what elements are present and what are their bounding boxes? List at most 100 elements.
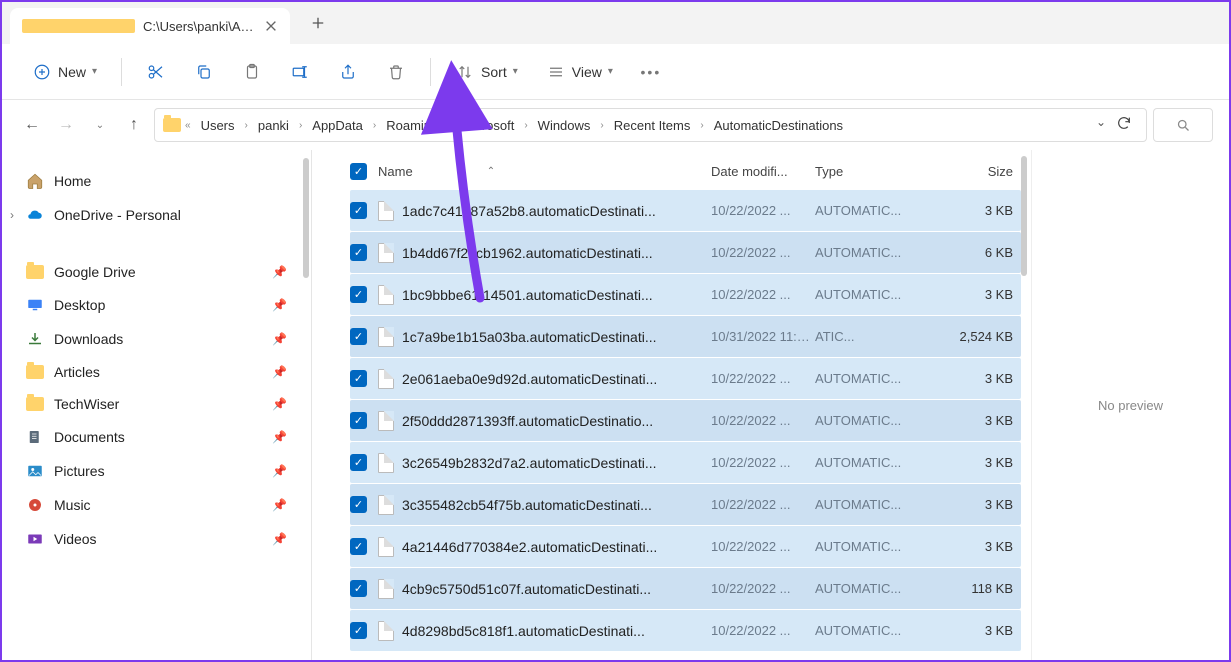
file-type: AUTOMATIC... [815, 287, 933, 302]
file-type: AUTOMATIC... [815, 455, 933, 470]
bc-item[interactable]: AutomaticDestinations [708, 114, 849, 137]
rename-button[interactable] [280, 56, 320, 88]
row-checkbox[interactable]: ✓ [350, 328, 367, 345]
file-type: AUTOMATIC... [815, 245, 933, 260]
column-type[interactable]: Type [815, 164, 933, 179]
table-row[interactable]: ✓ 4cb9c5750d51c07f.automaticDestinati...… [350, 568, 1021, 609]
bc-item[interactable]: Microsoft [456, 114, 521, 137]
table-row[interactable]: ✓ 1b4dd67f29cb1962.automaticDestinati...… [350, 232, 1021, 273]
row-checkbox[interactable]: ✓ [350, 286, 367, 303]
home-icon [26, 172, 44, 190]
sidebar-label: Music [54, 497, 91, 513]
bc-item[interactable]: Users [195, 114, 241, 137]
file-type: AUTOMATIC... [815, 203, 933, 218]
bc-item[interactable]: panki [252, 114, 295, 137]
row-checkbox[interactable]: ✓ [350, 454, 367, 471]
bc-item[interactable]: AppData [306, 114, 369, 137]
bc-item[interactable]: Recent Items [608, 114, 697, 137]
sort-button[interactable]: Sort ▾ [445, 56, 528, 88]
new-button[interactable]: New ▾ [22, 56, 107, 88]
sidebar-item-music[interactable]: Music 📌 [12, 488, 301, 522]
cut-button[interactable] [136, 56, 176, 88]
file-icon [378, 621, 394, 641]
pin-icon: 📌 [272, 365, 287, 379]
chevron-down-icon: ▾ [608, 66, 613, 77]
up-button[interactable]: ↑ [120, 111, 148, 139]
copy-icon [194, 62, 214, 82]
sidebar-item-google-drive[interactable]: Google Drive📌 [12, 256, 301, 288]
sidebar-item-onedrive[interactable]: › OneDrive - Personal [12, 198, 301, 232]
bc-item[interactable]: Roaming [380, 114, 444, 137]
sidebar-item-techwiser[interactable]: TechWiser📌 [12, 388, 301, 420]
table-row[interactable]: ✓ 2f50ddd2871393ff.automaticDestinatio..… [350, 400, 1021, 441]
share-button[interactable] [328, 56, 368, 88]
column-size[interactable]: Size [933, 164, 1021, 179]
sidebar-item-documents[interactable]: Documents📌 [12, 420, 301, 454]
sidebar-item-home[interactable]: Home [12, 164, 301, 198]
file-icon [378, 453, 394, 473]
row-checkbox[interactable]: ✓ [350, 622, 367, 639]
window-tab[interactable]: C:\Users\panki\AppData\Roar [10, 8, 290, 44]
close-icon[interactable] [264, 19, 278, 33]
row-checkbox[interactable]: ✓ [350, 370, 367, 387]
row-checkbox[interactable]: ✓ [350, 580, 367, 597]
select-all-checkbox[interactable]: ✓ [350, 163, 367, 180]
music-icon [26, 496, 44, 514]
row-checkbox[interactable]: ✓ [350, 202, 367, 219]
sidebar-item-desktop[interactable]: Desktop📌 [12, 288, 301, 322]
sidebar-label: Videos [54, 531, 97, 547]
delete-button[interactable] [376, 56, 416, 88]
recent-button[interactable]: ⌄ [86, 111, 114, 139]
table-row[interactable]: ✓ 3c26549b2832d7a2.automaticDestinati...… [350, 442, 1021, 483]
sort-icon [455, 62, 475, 82]
table-row[interactable]: ✓ 4d8298bd5c818f1.automaticDestinati... … [350, 610, 1021, 651]
filelist-scrollbar[interactable] [1021, 156, 1027, 276]
paste-button[interactable] [232, 56, 272, 88]
folder-icon [22, 19, 135, 33]
sidebar-scrollbar[interactable] [303, 158, 309, 278]
table-row[interactable]: ✓ 1bc9bbbe61f14501.automaticDestinati...… [350, 274, 1021, 315]
preview-text: No preview [1098, 398, 1163, 413]
sidebar-item-videos[interactable]: Videos📌 [12, 522, 301, 556]
file-name: 3c355482cb54f75b.automaticDestinati... [402, 497, 652, 513]
copy-button[interactable] [184, 56, 224, 88]
new-tab-button[interactable] [302, 7, 334, 39]
back-button[interactable]: ← [18, 111, 46, 139]
file-date: 10/22/2022 ... [711, 413, 815, 428]
address-row: ← → ⌄ ↑ « Users› panki› AppData› Roaming… [2, 100, 1229, 150]
row-checkbox[interactable]: ✓ [350, 538, 367, 555]
file-size: 118 KB [933, 581, 1021, 596]
chevron-right-icon[interactable]: › [10, 208, 14, 222]
column-date[interactable]: Date modifi... [711, 164, 815, 179]
file-size: 3 KB [933, 413, 1021, 428]
chevron-down-icon[interactable]: ⌄ [1096, 115, 1106, 136]
table-row[interactable]: ✓ 4a21446d770384e2.automaticDestinati...… [350, 526, 1021, 567]
table-row[interactable]: ✓ 1c7a9be1b15a03ba.automaticDestinati...… [350, 316, 1021, 357]
sidebar-item-articles[interactable]: Articles 📌 [12, 356, 301, 388]
search-box[interactable] [1153, 108, 1213, 142]
file-type: AUTOMATIC... [815, 623, 933, 638]
file-date: 10/22/2022 ... [711, 539, 815, 554]
table-row[interactable]: ✓ 1adc7c41a87a52b8.automaticDestinati...… [350, 190, 1021, 231]
file-icon [378, 537, 394, 557]
refresh-icon[interactable] [1116, 115, 1132, 136]
sidebar-item-pictures[interactable]: Pictures📌 [12, 454, 301, 488]
more-button[interactable]: ••• [631, 56, 671, 88]
row-checkbox[interactable]: ✓ [350, 496, 367, 513]
breadcrumb[interactable]: « Users› panki› AppData› Roaming› Micros… [154, 108, 1147, 142]
pin-icon: 📌 [272, 498, 287, 512]
sidebar-label: Pictures [54, 463, 105, 479]
row-checkbox[interactable]: ✓ [350, 244, 367, 261]
view-button[interactable]: View ▾ [536, 56, 623, 88]
file-size: 3 KB [933, 539, 1021, 554]
table-row[interactable]: ✓ 2e061aeba0e9d92d.automaticDestinati...… [350, 358, 1021, 399]
sidebar-label: Articles [54, 364, 100, 380]
file-icon [378, 495, 394, 515]
forward-button[interactable]: → [52, 111, 80, 139]
pin-icon: 📌 [272, 430, 287, 444]
bc-item[interactable]: Windows [532, 114, 597, 137]
column-name[interactable]: Name⌃ [378, 164, 711, 179]
sidebar-item-downloads[interactable]: Downloads📌 [12, 322, 301, 356]
table-row[interactable]: ✓ 3c355482cb54f75b.automaticDestinati...… [350, 484, 1021, 525]
row-checkbox[interactable]: ✓ [350, 412, 367, 429]
